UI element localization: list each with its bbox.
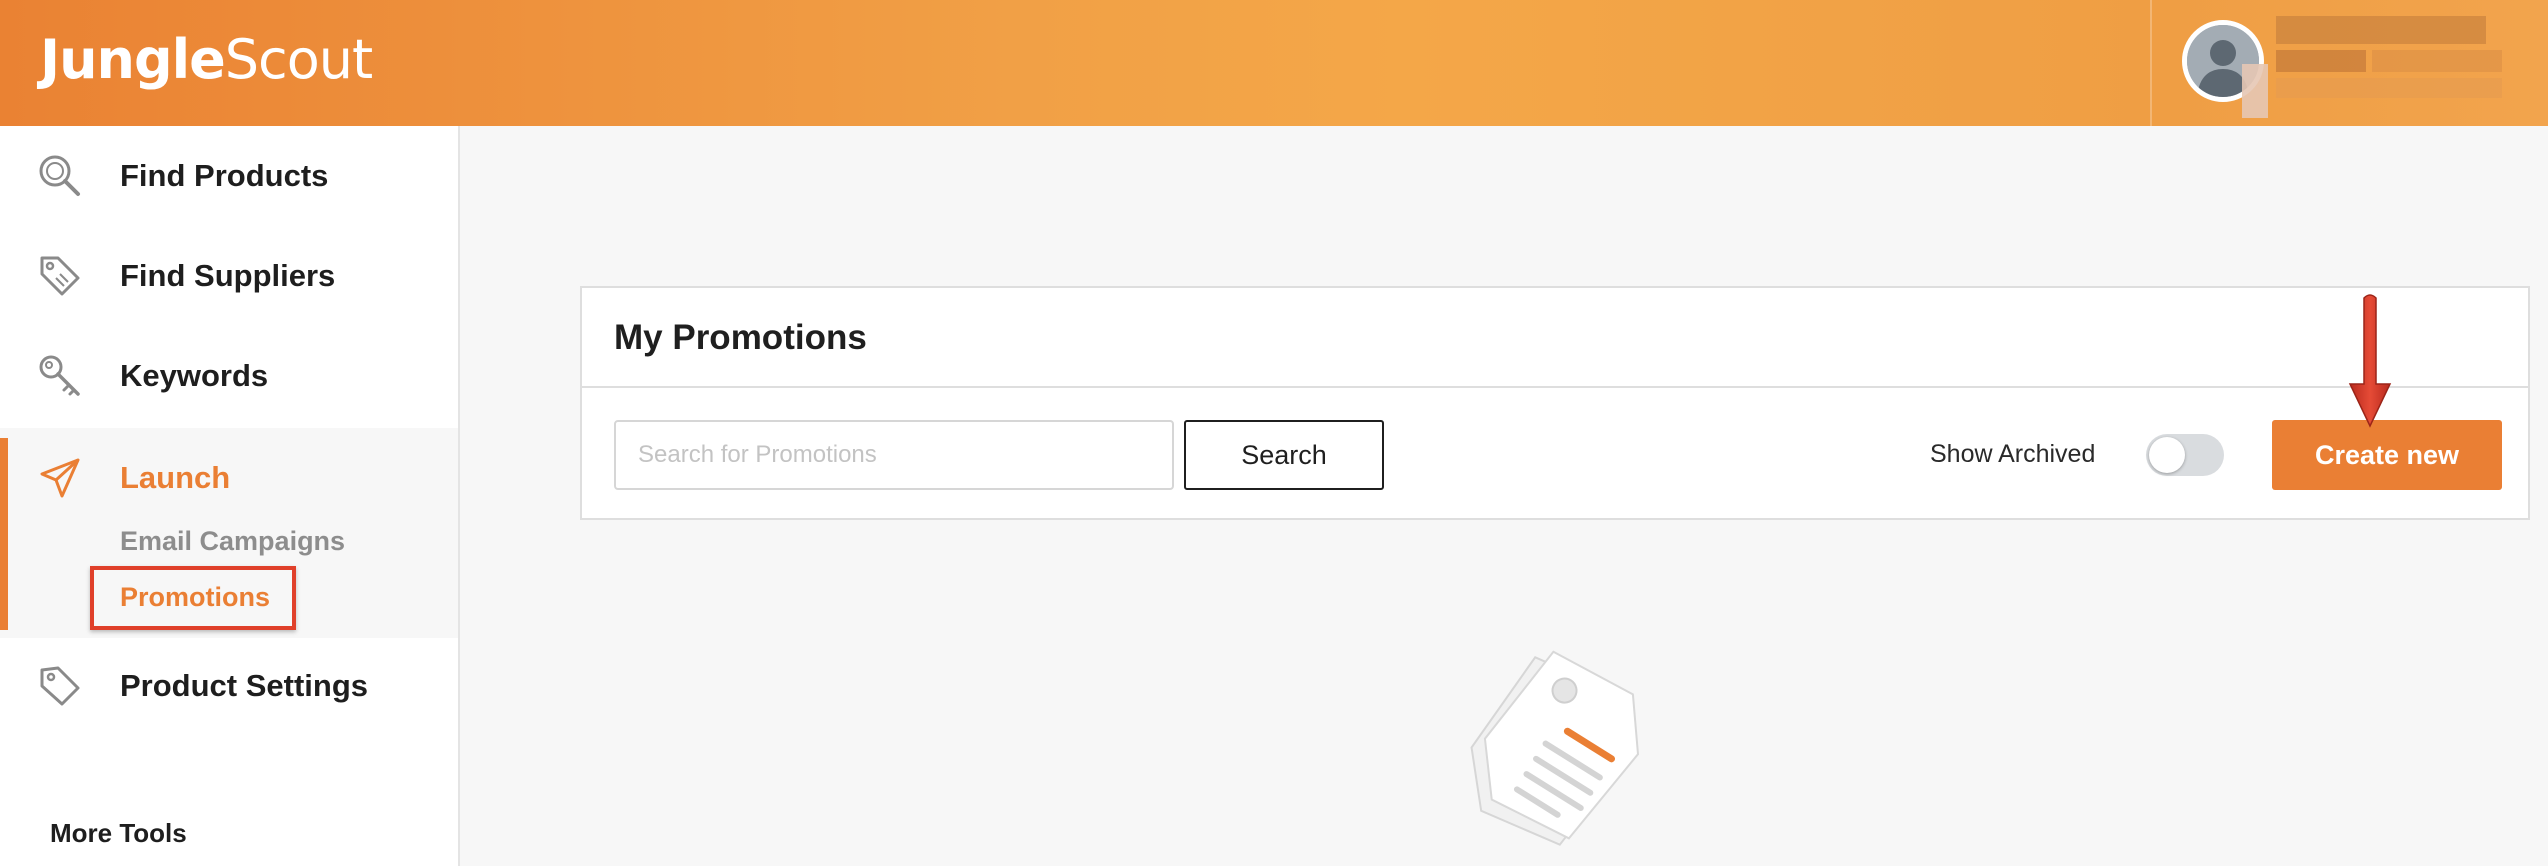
show-archived-label: Show Archived — [1930, 440, 2096, 468]
sidebar-item-label: Keywords — [120, 358, 269, 393]
annotation-highlight-box — [90, 566, 296, 630]
page-title: My Promotions — [614, 318, 867, 357]
header-divider — [2150, 0, 2152, 126]
annotation-arrow-icon — [2348, 294, 2392, 428]
sidebar-item-keywords[interactable]: Keywords — [0, 326, 458, 426]
top-header: JungleScout — [0, 0, 2548, 126]
search-icon — [39, 155, 80, 196]
logo-light-text: Scout — [224, 28, 373, 91]
sidebar-item-find-suppliers[interactable]: Find Suppliers — [0, 226, 458, 326]
jungle-scout-logo[interactable]: JungleScout — [40, 28, 373, 92]
tag-icon — [40, 256, 80, 296]
show-archived-toggle[interactable] — [2146, 434, 2224, 476]
sidebar-item-product-settings[interactable]: Product Settings — [0, 636, 458, 736]
sidebar-subitem-email-campaigns[interactable]: Email Campaigns — [120, 526, 345, 557]
sidebar-item-launch[interactable]: Launch — [0, 428, 458, 528]
more-tools-link[interactable]: More Tools — [50, 818, 187, 849]
user-info-blurred[interactable] — [2242, 16, 2502, 118]
search-input[interactable] — [614, 420, 1174, 490]
search-button[interactable]: Search — [1184, 420, 1384, 490]
sidebar-item-label: Find Products — [120, 158, 329, 193]
price-tag-icon — [40, 666, 80, 706]
sidebar: Find Products Find Suppliers Keywords La — [0, 126, 460, 866]
card-divider — [582, 386, 2528, 388]
paper-plane-icon — [40, 458, 80, 498]
sidebar-item-label: Find Suppliers — [120, 258, 336, 293]
promotions-card: My Promotions Search Show Archived Creat… — [580, 286, 2530, 520]
toggle-knob — [2149, 437, 2185, 473]
key-icon — [39, 355, 80, 396]
sidebar-item-label: Product Settings — [120, 668, 369, 703]
logo-bold-text: Jungle — [40, 28, 226, 91]
empty-promotions-illustration — [1470, 650, 1640, 846]
sidebar-item-find-products[interactable]: Find Products — [0, 126, 458, 226]
sidebar-item-label: Launch — [120, 460, 231, 495]
